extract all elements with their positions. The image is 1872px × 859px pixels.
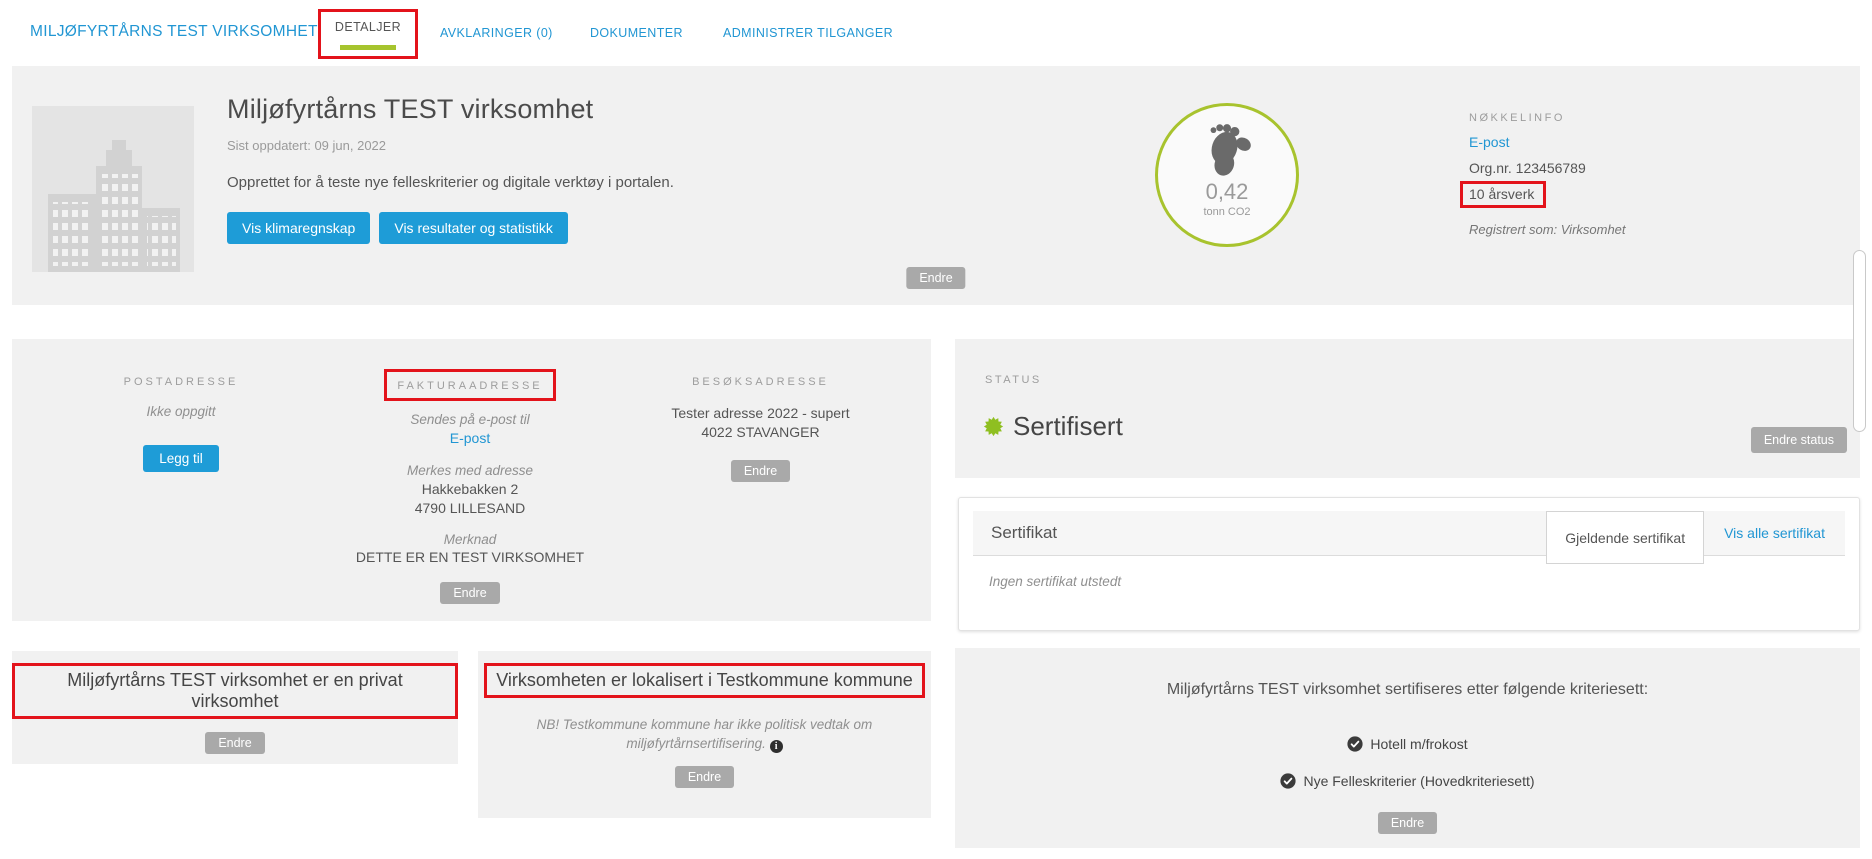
top-navigation: MILJØFYRTÅRNS TEST VIRKSOMHET DETALJER A… [0,0,1872,62]
status-card: STATUS Sertifisert Endre status [955,339,1860,478]
ownership-card: Miljøfyrtårns TEST virksomhet er en priv… [12,651,458,764]
status-label: STATUS [985,374,1042,386]
show-results-statistics-button[interactable]: Vis resultater og statistikk [379,212,568,244]
municipality-note: NB! Testkommune kommune har ikke politis… [536,717,873,753]
annotation-box-detaljer: DETALJER [318,9,418,59]
vertical-scrollbar[interactable] [1853,250,1866,432]
org-number: Org.nr. 123456789 [1469,160,1586,176]
buildings-icon [32,106,194,272]
invoice-sent-via-text: Sendes på e-post til [410,412,530,427]
certificate-card-header: Sertifikat Gjeldende sertifikat Vis alle… [973,511,1845,564]
municipality-text: Virksomheten er lokalisert i Testkommune… [496,670,913,690]
invoice-marked-with-text: Merkes med adresse [406,463,534,478]
email-link[interactable]: E-post [1469,134,1509,150]
tab-detaljer[interactable]: DETALJER [335,20,401,34]
postal-address-column: POSTADRESSE Ikke oppgitt Legg til [12,376,350,621]
tab-avklaringer[interactable]: AVKLARINGER (0) [440,26,553,40]
edit-company-button[interactable]: Endre [906,267,966,289]
tab-all-certificates[interactable]: Vis alle sertifikat [1704,511,1845,555]
footprint-icon [1210,124,1251,176]
badge-check-icon [1280,773,1297,789]
invoice-note-label: Merknad [443,532,497,547]
info-icon[interactable]: i [769,740,783,753]
invoice-note: DETTE ER EN TEST VIRKSOMHET [355,549,585,565]
certified-seal-icon [983,416,1004,437]
visiting-street: Tester adresse 2022 - supert [671,405,850,421]
criteria-item-label: Hotell m/frokost [1370,736,1468,752]
edit-municipality-button[interactable]: Endre [674,766,735,788]
add-postal-address-button[interactable]: Legg til [143,445,219,472]
show-climate-accounts-button[interactable]: Vis klimaregnskap [227,212,371,244]
company-header-card: Miljøfyrtårns TEST virksomhet Sist oppda… [12,66,1860,305]
invoice-email-link[interactable]: E-post [450,430,490,446]
annotation-box-municipality: Virksomheten er lokalisert i Testkommune… [484,663,925,698]
company-description: Opprettet for å teste nye felleskriterie… [227,174,674,191]
active-tab-underline [340,45,396,50]
criteria-item-label: Nye Felleskriterier (Hovedkriteriesett) [1303,773,1535,789]
ownership-text: Miljøfyrtårns TEST virksomhet er en priv… [67,670,403,711]
status-value: Sertifisert [1013,411,1123,441]
tab-administrer-tilganger[interactable]: ADMINISTRER TILGANGER [723,26,893,40]
page-title: Miljøfyrtårns TEST virksomhet [227,94,594,124]
criteria-item: Nye Felleskriterier (Hovedkriteriesett) [955,773,1860,789]
company-image-placeholder [32,106,194,272]
addresses-card: POSTADRESSE Ikke oppgitt Legg til FAKTUR… [12,339,931,621]
postal-address-empty-text: Ikke oppgitt [146,404,216,419]
no-certificate-text: Ingen sertifikat utstedt [989,574,1122,589]
last-updated-text: Sist oppdatert: 09 jun, 2022 [227,138,387,153]
annotation-box-man-years: 10 årsverk [1460,181,1547,208]
tab-dokumenter[interactable]: DOKUMENTER [590,26,683,40]
edit-status-button[interactable]: Endre status [1750,427,1847,453]
edit-visiting-address-button[interactable]: Endre [730,460,791,482]
registered-as-text: Registrert som: Virksomhet [1469,222,1626,237]
visiting-address-column: BESØKSADRESSE Tester adresse 2022 - supe… [590,376,931,621]
invoice-address-column: FAKTURAADRESSE Sendes på e-post til E-po… [350,369,590,621]
tab-current-certificate[interactable]: Gjeldende sertifikat [1546,511,1705,564]
edit-criteria-button[interactable]: Endre [1377,812,1438,834]
edit-ownership-button[interactable]: Endre [205,732,265,754]
edit-invoice-address-button[interactable]: Endre [440,582,500,604]
criteria-item: Hotell m/frokost [955,736,1860,752]
municipality-card: Virksomheten er lokalisert i Testkommune… [478,651,931,818]
invoice-postal-code: 4790 LILLESAND [414,500,526,516]
certificate-title: Sertifikat [991,523,1058,542]
visiting-postal-code: 4022 STAVANGER [701,424,820,440]
postal-address-label: POSTADRESSE [123,376,239,388]
co2-value: 0,42 [1205,179,1249,204]
keyinfo-panel: NØKKELINFO E-post Org.nr. 123456789 10 å… [1460,112,1789,237]
badge-check-icon [1347,736,1363,752]
certificate-card: Sertifikat Gjeldende sertifikat Vis alle… [958,497,1860,631]
criteria-heading: Miljøfyrtårns TEST virksomhet sertifiser… [1166,681,1649,698]
co2-unit: tonn CO2 [1203,206,1251,218]
invoice-address-label: FAKTURAADRESSE [397,380,543,392]
annotation-box-invoice-address: FAKTURAADRESSE [384,369,556,401]
annotation-box-ownership: Miljøfyrtårns TEST virksomhet er en priv… [12,663,458,719]
company-nav-link[interactable]: MILJØFYRTÅRNS TEST VIRKSOMHET [30,23,318,41]
criteria-card: Miljøfyrtårns TEST virksomhet sertifiser… [955,648,1860,848]
man-years-text: 10 årsverk [1469,186,1535,202]
visiting-address-label: BESØKSADRESSE [692,376,829,388]
co2-footprint-badge: 0,42 tonn CO2 [1155,103,1299,247]
keyinfo-label: NØKKELINFO [1469,112,1565,124]
invoice-street: Hakkebakken 2 [421,481,519,497]
